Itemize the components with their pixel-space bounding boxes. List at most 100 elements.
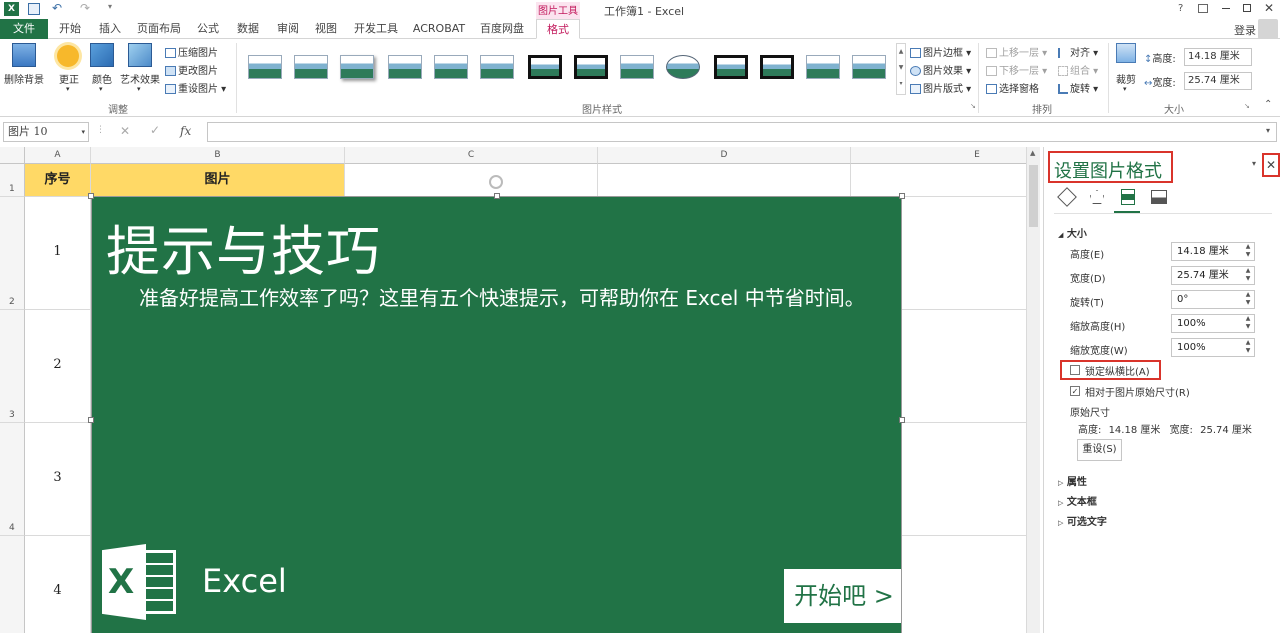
fill-line-icon[interactable] — [1057, 187, 1077, 207]
row-header-2[interactable]: 2 — [0, 197, 25, 310]
picture-style-thumb[interactable] — [620, 55, 654, 79]
picture-style-thumb[interactable] — [480, 55, 514, 79]
cell-c1[interactable] — [345, 164, 598, 197]
lock-aspect-label[interactable]: 锁定纵横比(A) — [1085, 363, 1150, 378]
bring-forward-button[interactable]: 上移一层 ▾ — [986, 44, 1047, 59]
picture-style-thumb[interactable] — [760, 55, 794, 79]
picture-icon[interactable] — [1151, 190, 1167, 204]
vertical-scrollbar[interactable]: ▲ — [1026, 147, 1040, 633]
relative-original-checkbox[interactable]: ✓ — [1070, 386, 1080, 396]
picture-style-thumb[interactable] — [806, 55, 840, 79]
row-header-3[interactable]: 3 — [0, 310, 25, 423]
corrections-button[interactable]: 更正 ▾ — [54, 43, 84, 97]
section-properties-header[interactable]: ▷ 属性 — [1058, 473, 1087, 488]
width-spinner[interactable]: ▲ ▼ — [1243, 267, 1253, 283]
compress-pictures-button[interactable]: 压缩图片 — [165, 44, 218, 59]
section-alt-text-header[interactable]: ▷ 可选文字 — [1058, 513, 1107, 528]
scale-width-spinner[interactable]: ▲ ▼ — [1243, 339, 1253, 355]
insert-function-icon[interactable]: fx — [180, 124, 191, 138]
scale-height-spinner[interactable]: ▲ ▼ — [1243, 315, 1253, 331]
column-header-d[interactable]: D — [598, 147, 851, 164]
remove-background-button[interactable]: 删除背景 — [2, 43, 46, 93]
crop-button[interactable]: 裁剪 ▾ — [1112, 43, 1140, 97]
save-icon[interactable] — [28, 3, 40, 15]
help-icon[interactable]: ? — [1178, 3, 1183, 14]
relative-original-label[interactable]: 相对于图片原始尺寸(R) — [1085, 384, 1190, 399]
column-header-b[interactable]: B — [91, 147, 345, 164]
size-properties-icon[interactable] — [1121, 189, 1135, 205]
ribbon-height-input[interactable]: 14.18 厘米 — [1184, 48, 1252, 66]
selection-handle[interactable] — [88, 193, 94, 199]
picture-style-thumb[interactable] — [248, 55, 282, 79]
picture-style-thumb[interactable] — [852, 55, 886, 79]
selection-handle[interactable] — [899, 193, 905, 199]
name-box[interactable]: 图片 10 ▾ — [3, 122, 89, 142]
cell-a1[interactable]: 序号 — [25, 164, 91, 197]
picture-style-thumb[interactable] — [714, 55, 748, 79]
cell-a2[interactable]: 1 — [25, 197, 91, 310]
picture-style-thumb[interactable] — [388, 55, 422, 79]
column-header-e[interactable]: E — [851, 147, 1040, 164]
pane-close-button[interactable]: ✕ — [1262, 153, 1280, 177]
color-button[interactable]: 颜色 ▾ — [88, 43, 116, 97]
ribbon-display-icon[interactable] — [1198, 4, 1208, 13]
lock-aspect-checkbox[interactable] — [1070, 365, 1080, 375]
picture-style-thumb[interactable] — [666, 55, 700, 79]
cell-a4[interactable]: 3 — [25, 423, 91, 536]
group-button[interactable]: 组合 ▾ — [1058, 62, 1098, 77]
rotate-button[interactable]: 旋转 ▾ — [1058, 80, 1098, 95]
tab-baidu[interactable]: 百度网盘 — [474, 19, 530, 39]
rotation-spinner[interactable]: ▲ ▼ — [1243, 291, 1253, 307]
change-picture-button[interactable]: 更改图片 — [165, 62, 218, 77]
minimize-icon[interactable] — [1222, 8, 1230, 9]
column-header-c[interactable]: C — [345, 147, 598, 164]
tab-file[interactable]: 文件 — [0, 19, 48, 39]
selection-handle[interactable] — [88, 417, 94, 423]
avatar[interactable] — [1258, 19, 1278, 39]
tab-home[interactable]: 开始 — [52, 19, 88, 39]
dialog-launcher-icon[interactable]: ↘ — [970, 102, 976, 110]
signin-link[interactable]: 登录 — [1234, 22, 1256, 38]
qat-customize-icon[interactable]: ▾ — [108, 2, 112, 11]
height-spinner[interactable]: ▲ ▼ — [1243, 243, 1253, 259]
expand-formula-icon[interactable]: ▾ — [1266, 126, 1270, 135]
cell-a3[interactable]: 2 — [25, 310, 91, 423]
section-textbox-header[interactable]: ▷ 文本框 — [1058, 493, 1097, 508]
tab-format[interactable]: 格式 — [536, 19, 580, 39]
send-backward-button[interactable]: 下移一层 ▾ — [986, 62, 1047, 77]
tab-view[interactable]: 视图 — [308, 19, 344, 39]
gallery-scroll[interactable]: ▲ ▼ ▾ — [896, 43, 906, 95]
picture-layout-button[interactable]: 图片版式 ▾ — [910, 80, 971, 95]
tab-page-layout[interactable]: 页面布局 — [132, 19, 186, 39]
restore-icon[interactable] — [1243, 4, 1251, 12]
align-button[interactable]: 对齐 ▾ — [1058, 44, 1098, 59]
tips-picture[interactable]: 提示与技巧 准备好提高工作效率了吗？这里有五个快速提示，可帮助你在 Excel … — [91, 196, 902, 633]
tab-formulas[interactable]: 公式 — [190, 19, 226, 39]
row-header-5[interactable] — [0, 536, 25, 633]
picture-style-thumb[interactable] — [574, 55, 608, 79]
effects-icon[interactable] — [1090, 190, 1104, 204]
artistic-effects-button[interactable]: 艺术效果 ▾ — [118, 43, 162, 97]
selection-handle[interactable] — [899, 417, 905, 423]
rotation-handle-icon[interactable] — [489, 175, 503, 189]
tab-review[interactable]: 审阅 — [270, 19, 306, 39]
undo-icon[interactable]: ↶ — [52, 1, 62, 15]
picture-style-thumb[interactable] — [528, 55, 562, 79]
scroll-up-icon[interactable]: ▲ — [1030, 149, 1035, 157]
pane-options-icon[interactable]: ▾ — [1252, 159, 1256, 168]
row-header-4[interactable]: 4 — [0, 423, 25, 536]
tab-developer[interactable]: 开发工具 — [350, 19, 402, 39]
cell-a5[interactable]: 4 — [25, 536, 91, 633]
size-dialog-launcher-icon[interactable]: ↘ — [1244, 102, 1250, 110]
selection-handle[interactable] — [494, 193, 500, 199]
cell-b1[interactable]: 图片 — [91, 164, 345, 197]
column-header-a[interactable]: A — [25, 147, 91, 164]
tab-insert[interactable]: 插入 — [92, 19, 128, 39]
selection-pane-button[interactable]: 选择窗格 — [986, 80, 1039, 95]
reset-picture-button[interactable]: 重设图片 ▾ — [165, 80, 226, 95]
redo-icon[interactable]: ↷ — [80, 1, 90, 15]
picture-style-thumb[interactable] — [340, 55, 374, 79]
scroll-thumb[interactable] — [1029, 165, 1038, 227]
picture-border-button[interactable]: 图片边框 ▾ — [910, 44, 971, 59]
picture-style-thumb[interactable] — [294, 55, 328, 79]
